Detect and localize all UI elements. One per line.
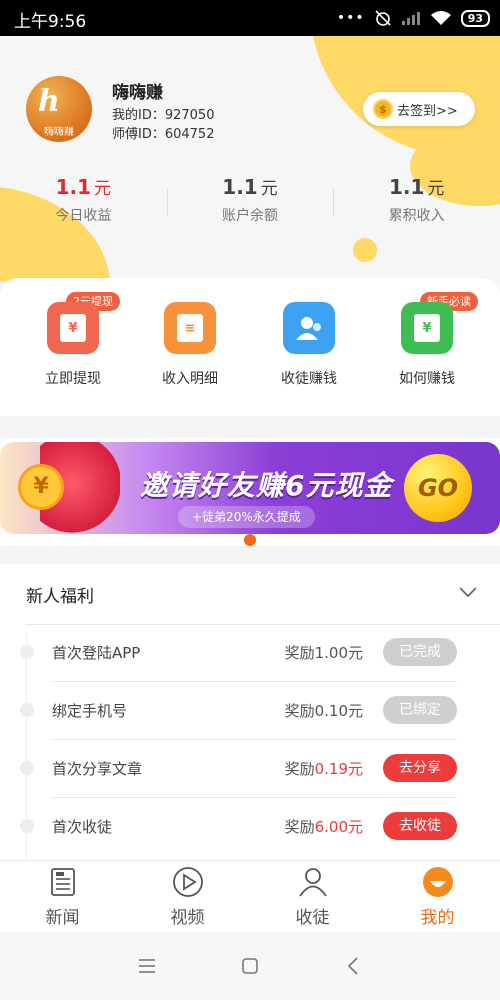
task-row: 首次分享文章 奖励0.19元 去分享 <box>0 740 500 798</box>
task-reward: 奖励0.10元 <box>284 702 363 720</box>
tab-label: 收徒 <box>295 908 330 928</box>
avatar-logo-icon: h <box>38 84 60 119</box>
share-article-button[interactable]: 去分享 <box>383 754 457 782</box>
earnings-stats: 1.1 元 今日收益 1.1 元 账户余额 1.1 元 累积收入 <box>0 174 500 234</box>
task-row: 首次登陆APP 奖励1.00元 已完成 <box>0 624 500 682</box>
status-time: 上午9:56 <box>14 12 87 32</box>
quick-entry-recruit[interactable]: 收徒赚钱 <box>259 302 359 388</box>
signin-button[interactable]: $ 去签到>> <box>363 92 475 126</box>
banner-subtitle: +徒弟20%永久提成 <box>178 506 315 528</box>
carousel-indicator[interactable] <box>244 534 256 546</box>
money-bag-icon: ¥ <box>401 302 453 354</box>
stat-label: 累积收入 <box>388 208 445 224</box>
tab-mine[interactable]: 我的 <box>375 861 500 932</box>
task-name: 首次分享文章 <box>52 760 143 778</box>
bottom-tab-bar: 新闻 视频 收徒 我的 <box>0 860 500 932</box>
banner-carousel: ¥ 邀请好友赚6元现金 +徒弟20%永久提成 GO <box>0 438 500 546</box>
task-reward: 奖励1.00元 <box>284 644 363 662</box>
timeline-node <box>20 703 34 717</box>
quick-entry-panel: 2元提现 新手必读 ¥ 立即提现 ≡ 收入明细 收徒赚钱 ¥ 如何赚钱 <box>0 278 500 416</box>
signal-icon <box>401 12 420 25</box>
user-id: 我的ID：927050 <box>112 108 215 123</box>
document-icon: ≡ <box>164 302 216 354</box>
play-icon <box>172 867 203 897</box>
wallet-icon: ¥ <box>47 302 99 354</box>
quick-entry-label: 立即提现 <box>45 371 101 387</box>
timeline-node <box>20 645 34 659</box>
wifi-icon <box>430 11 451 25</box>
invite-banner[interactable]: ¥ 邀请好友赚6元现金 +徒弟20%永久提成 GO <box>0 442 500 534</box>
quick-entry-withdraw[interactable]: ¥ 立即提现 <box>23 302 123 388</box>
battery-icon: 93 <box>460 9 490 27</box>
stat-amount: 1.1 元 <box>222 175 278 199</box>
recruit-button[interactable]: 去收徒 <box>383 812 457 840</box>
smile-icon <box>422 867 453 897</box>
task-name: 绑定手机号 <box>52 702 128 720</box>
tab-label: 新闻 <box>45 908 80 928</box>
signin-label: 去签到>> <box>397 103 458 119</box>
coin-icon: $ <box>373 99 393 119</box>
stat-label: 今日收益 <box>55 208 112 224</box>
master-id: 师傅ID：604752 <box>112 127 215 142</box>
timeline-node <box>20 819 34 833</box>
task-row: 绑定手机号 奖励0.10元 已绑定 <box>0 682 500 740</box>
section-title: 新人福利 <box>26 587 94 607</box>
stat-label: 账户余额 <box>222 208 278 224</box>
stat-today[interactable]: 1.1 元 今日收益 <box>0 174 167 234</box>
app-screen: 上午9:56 ••• 93 h 嗨嗨赚 嗨嗨赚 我的ID：927050 师傅ID… <box>0 0 500 1000</box>
avatar-caption: 嗨嗨赚 <box>44 127 74 138</box>
quick-entry-label: 如何赚钱 <box>399 371 455 387</box>
banner-title: 邀请好友赚6元现金 <box>140 469 393 502</box>
users-icon <box>283 302 335 354</box>
banner-go-button[interactable]: GO <box>404 454 472 522</box>
task-status-button: 已绑定 <box>383 696 457 724</box>
decoration-dot <box>353 238 377 262</box>
timeline-node <box>20 761 34 775</box>
home-icon[interactable] <box>240 956 260 976</box>
nickname: 嗨嗨赚 <box>112 83 163 103</box>
profile-header: h 嗨嗨赚 嗨嗨赚 我的ID：927050 师傅ID：604752 $ 去签到>… <box>0 36 500 281</box>
tab-label: 我的 <box>420 908 455 928</box>
tab-news[interactable]: 新闻 <box>0 861 125 932</box>
task-reward: 奖励0.19元 <box>284 760 363 778</box>
quick-entry-how-to-earn[interactable]: ¥ 如何赚钱 <box>377 302 477 388</box>
task-status-button: 已完成 <box>383 638 457 666</box>
quick-entry-income-detail[interactable]: ≡ 收入明细 <box>140 302 240 388</box>
stat-balance[interactable]: 1.1 元 账户余额 <box>166 174 334 234</box>
user-icon <box>298 868 327 897</box>
status-bar: 上午9:56 ••• 93 <box>0 0 500 36</box>
newcomer-benefits: 新人福利 首次登陆APP 奖励1.00元 已完成 绑定手机号 奖励0.10元 已… <box>0 564 500 860</box>
task-row: 首次收徒 奖励6.00元 去收徒 <box>0 798 500 856</box>
quick-entry-label: 收入明细 <box>162 371 218 387</box>
notification-dots-icon: ••• <box>336 10 365 26</box>
yuan-coin-icon: ¥ <box>18 464 64 510</box>
task-name: 首次登陆APP <box>52 644 141 662</box>
task-name: 首次收徒 <box>52 818 113 836</box>
tab-label: 视频 <box>170 908 205 928</box>
news-icon <box>50 868 75 896</box>
stat-amount: 1.1 元 <box>55 175 112 199</box>
avatar[interactable]: h 嗨嗨赚 <box>26 76 92 142</box>
back-icon[interactable] <box>344 956 364 976</box>
task-reward: 奖励6.00元 <box>284 818 363 836</box>
tab-video[interactable]: 视频 <box>125 861 250 932</box>
stat-amount: 1.1 元 <box>388 175 445 199</box>
stat-total[interactable]: 1.1 元 累积收入 <box>333 174 500 234</box>
system-navigation-bar <box>0 932 500 1000</box>
menu-icon[interactable] <box>137 956 157 976</box>
quick-entry-label: 收徒赚钱 <box>281 371 337 387</box>
alarm-off-icon <box>375 10 391 26</box>
tab-recruit[interactable]: 收徒 <box>250 861 375 932</box>
chevron-down-icon[interactable] <box>458 582 478 602</box>
